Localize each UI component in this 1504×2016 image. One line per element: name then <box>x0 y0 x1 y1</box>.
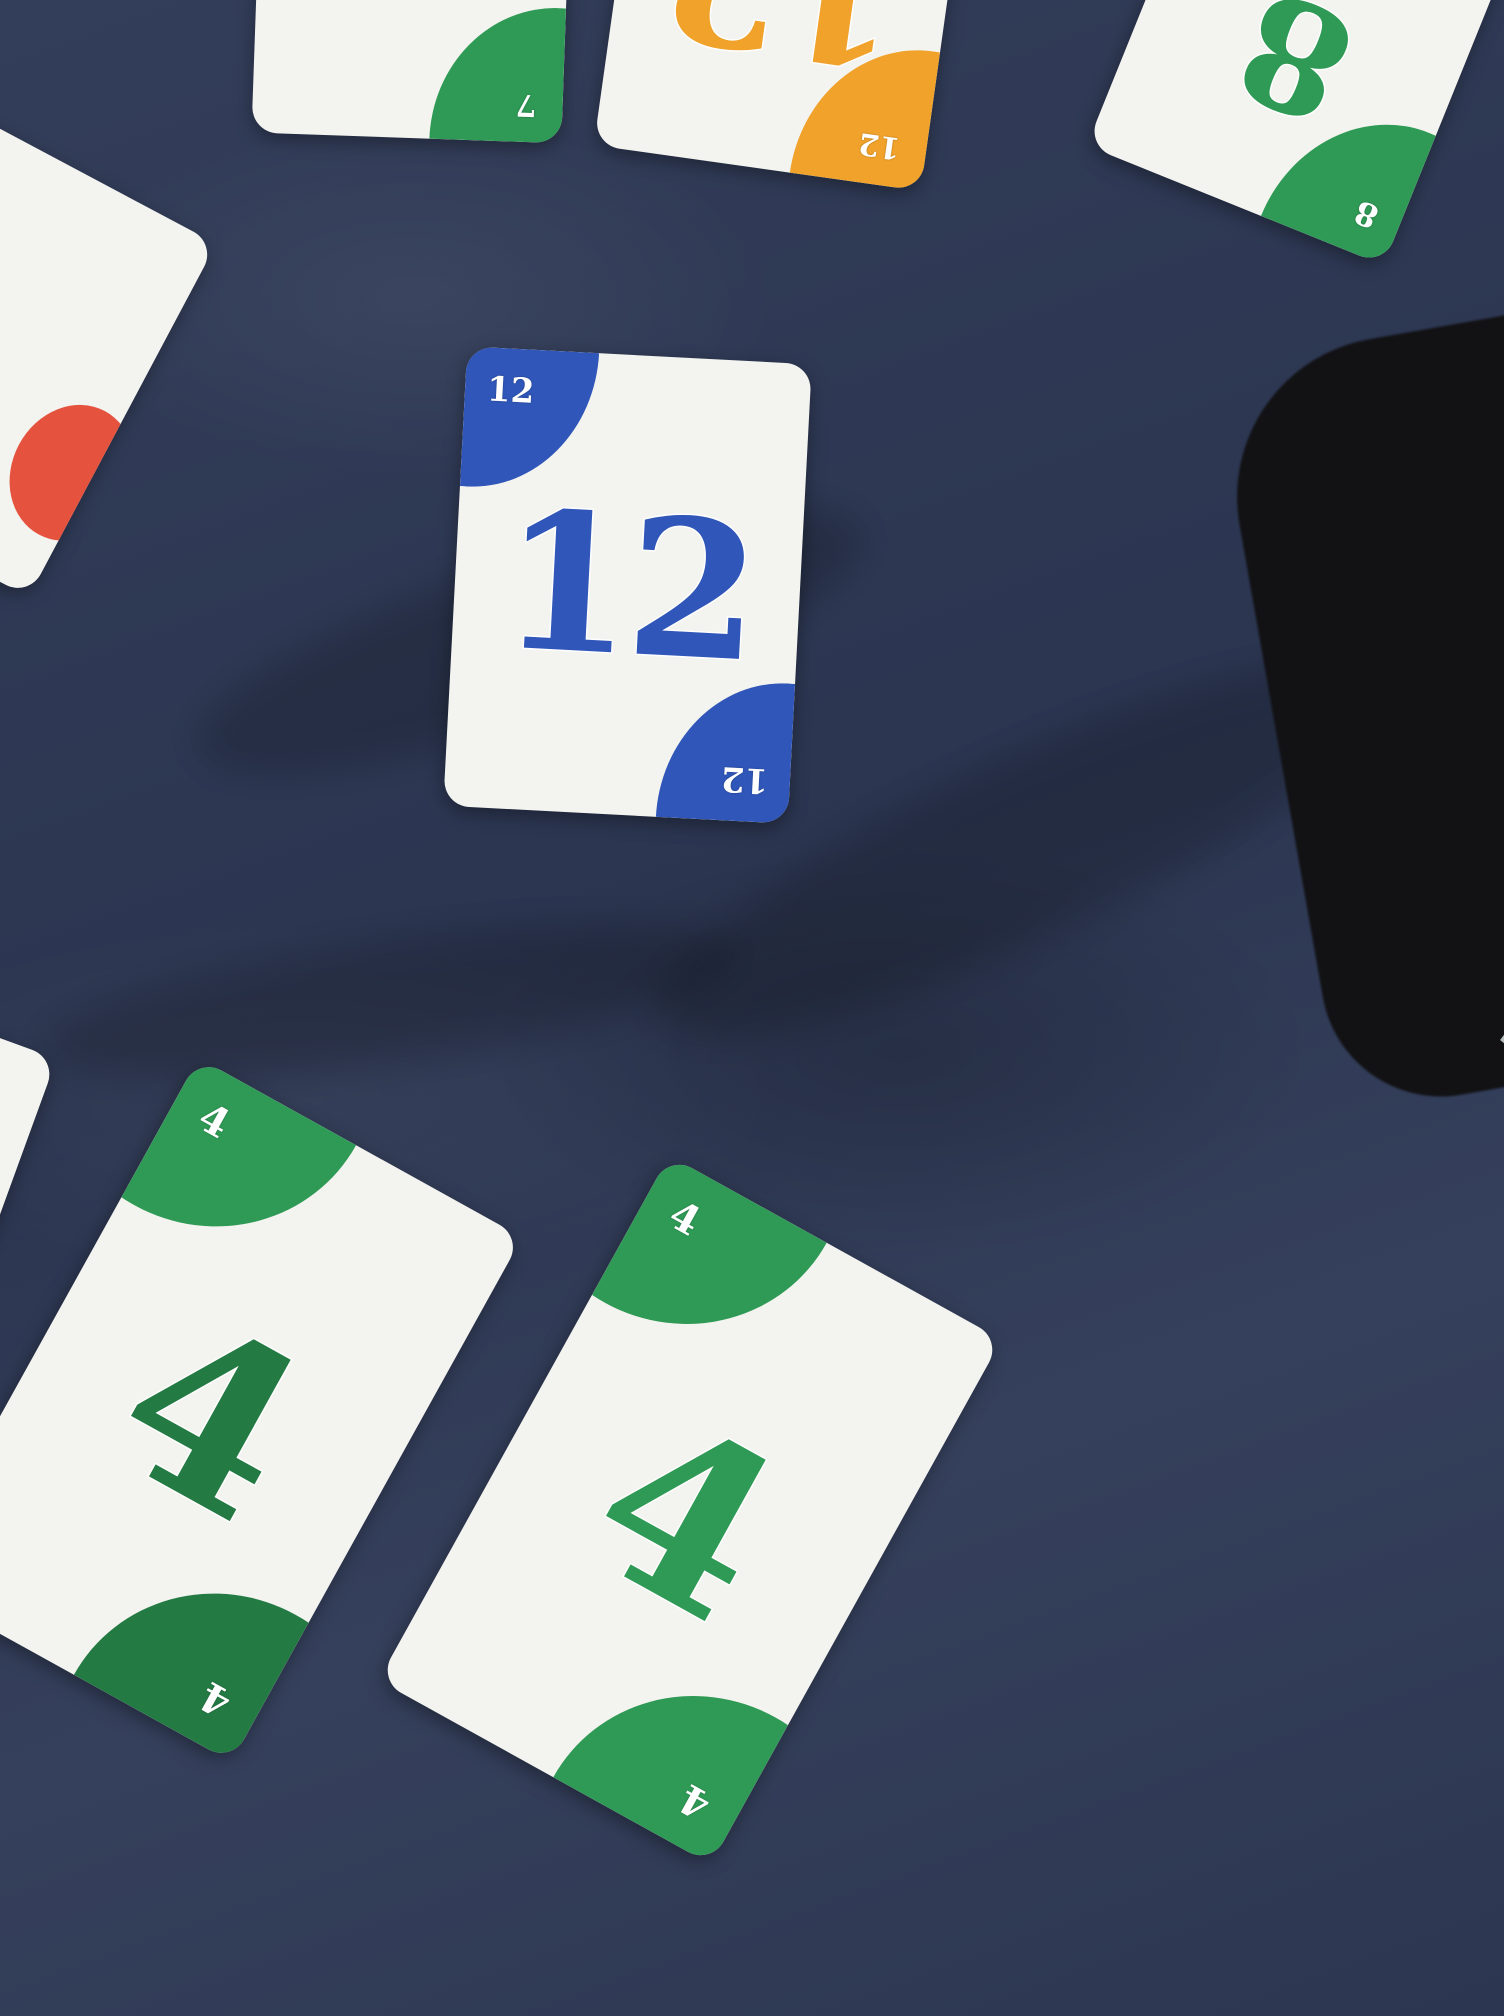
blue-wedge <box>648 676 796 824</box>
green-wedge <box>424 3 567 144</box>
card-corner-bottom: 12 <box>638 676 796 824</box>
corner-value: 12 <box>485 369 536 412</box>
orange-wedge <box>772 34 941 192</box>
card-corner-bottom: 7 <box>411 3 567 144</box>
corner-value: 7 <box>515 86 538 123</box>
card-green-7: 7 <box>251 0 575 144</box>
table-scene: 7 12 12 8 8 12 12 12 4 4 <box>0 0 1504 2016</box>
card-blue-12: 12 12 12 <box>443 346 812 824</box>
corner-value: 12 <box>856 125 903 166</box>
card-corner-bottom: 12 <box>772 32 941 192</box>
corner-value: 12 <box>719 758 770 801</box>
card-value: 12 <box>494 467 761 706</box>
